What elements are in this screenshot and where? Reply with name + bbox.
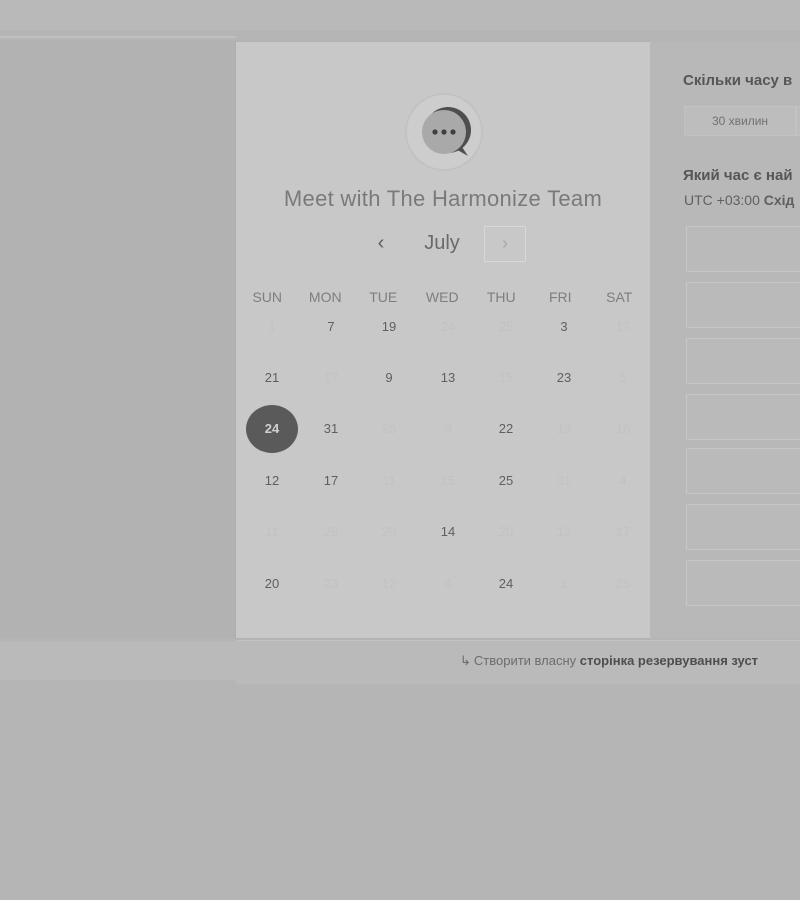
calendar-day[interactable]: 21 — [246, 354, 298, 402]
calendar-day[interactable]: 20 — [246, 560, 298, 608]
time-slot[interactable] — [686, 504, 800, 550]
calendar-day: 29 — [323, 524, 339, 539]
time-slot[interactable] — [686, 282, 800, 328]
time-slot[interactable] — [686, 448, 800, 494]
top-band — [0, 0, 800, 30]
duration-option-button-2[interactable] — [796, 106, 800, 136]
arrow-icon: ↳ — [460, 653, 471, 668]
calendar-day[interactable]: 7 — [305, 303, 357, 351]
calendar-day: 5 — [619, 370, 627, 385]
calendar-day: 11 — [382, 473, 396, 488]
timezone-label: UTC +03:00 Схід — [684, 192, 794, 208]
footer-bar: ↳ Створити власну сторінка резервування з… — [236, 640, 800, 684]
calendar-day: 12 — [556, 524, 572, 539]
prev-month-button[interactable]: ‹ — [366, 230, 396, 256]
calendar-day[interactable]: 31 — [305, 405, 357, 453]
right-panel: Скільки часу в 30 хвилин Який час є най … — [650, 42, 800, 638]
footer-link-strong: сторінка резервування зуст — [579, 653, 759, 668]
calendar-day: 24 — [440, 319, 456, 334]
next-month-button[interactable]: › — [484, 226, 526, 262]
calendar-day: 12 — [381, 576, 397, 591]
time-slot[interactable] — [686, 226, 800, 272]
calendar-day: 11 — [265, 524, 279, 539]
time-question: Який час є най — [683, 167, 793, 184]
timezone-name: Схід — [763, 192, 795, 208]
calendar-day: 17 — [615, 319, 631, 334]
calendar-day[interactable]: 22 — [480, 405, 532, 453]
calendar-day[interactable]: 24 — [480, 560, 532, 608]
calendar-day[interactable]: 17 — [305, 457, 357, 505]
footer-link-text: Створити власну — [473, 653, 577, 668]
calendar-day: 31 — [556, 473, 572, 488]
calendar-day: 17 — [323, 370, 339, 385]
calendar-day: 20 — [381, 524, 397, 539]
calendar-day: 4 — [444, 576, 452, 591]
calendar-day: 17 — [615, 524, 631, 539]
create-booking-page-link[interactable]: ↳ Створити власну сторінка резервування з… — [460, 653, 758, 669]
calendar-day: 20 — [498, 524, 514, 539]
selected-day[interactable]: 24 — [246, 405, 298, 453]
calendar-day: 25 — [615, 576, 631, 591]
calendar-day: 4 — [619, 473, 627, 488]
calendar-day[interactable]: 25 — [480, 457, 532, 505]
calendar-day: 15 — [440, 473, 456, 488]
calendar-day: 16 — [615, 421, 631, 436]
time-slot[interactable] — [686, 394, 800, 440]
month-label: July — [424, 232, 460, 254]
calendar-day: 26 — [381, 421, 397, 436]
top-divider — [0, 36, 236, 38]
left-footer — [0, 642, 236, 680]
duration-question: Скільки часу в — [683, 72, 793, 89]
calendar-day[interactable]: 9 — [363, 354, 415, 402]
booking-card: Meet with The Harmonize Team ‹ July › SU… — [236, 42, 650, 638]
calendar-day: 15 — [498, 370, 514, 385]
timezone-offset: UTC +03:00 — [684, 192, 760, 208]
left-panel — [0, 40, 236, 638]
chat-logo-icon — [405, 93, 483, 171]
time-slot[interactable] — [686, 338, 800, 384]
page-title: Meet with The Harmonize Team — [283, 186, 603, 211]
calendar-day[interactable]: 23 — [538, 354, 590, 402]
time-slot[interactable] — [686, 560, 800, 606]
calendar-day[interactable]: 14 — [422, 508, 474, 556]
calendar-day: 23 — [323, 576, 339, 591]
calendar-day: 9 — [444, 421, 452, 436]
calendar-day[interactable]: 19 — [363, 303, 415, 351]
calendar-day: 25 — [498, 319, 514, 334]
calendar-day: 1 — [268, 319, 276, 334]
calendar-day: 1 — [560, 576, 568, 591]
calendar-day[interactable]: 12 — [246, 457, 298, 505]
calendar-day: 13 — [556, 421, 572, 436]
calendar-day[interactable]: 3 — [538, 303, 590, 351]
calendar-day[interactable]: 13 — [422, 354, 474, 402]
duration-option-button[interactable]: 30 хвилин — [684, 106, 796, 136]
